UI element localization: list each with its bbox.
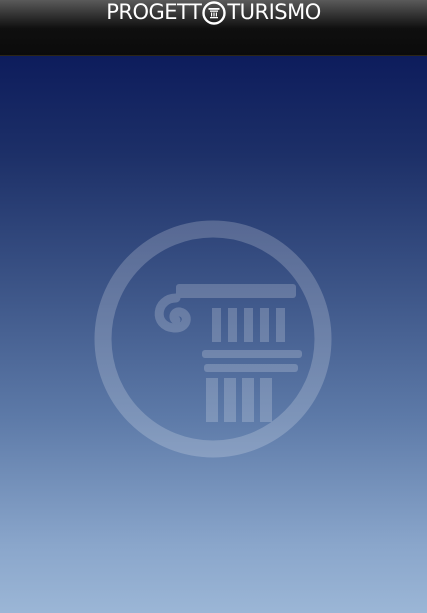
splash-background [0, 56, 427, 613]
brand-right-text: TURISMO [227, 0, 321, 24]
ionic-column-watermark-icon [92, 218, 334, 460]
colonna-logo-icon [202, 0, 227, 25]
top-bar: PROGETT TURISMO [0, 0, 427, 57]
brand-left-text: PROGETT [106, 0, 202, 24]
brand-logo[interactable]: PROGETT TURISMO [106, 0, 321, 25]
app-screen: PROGETT TURISMO [0, 0, 427, 613]
